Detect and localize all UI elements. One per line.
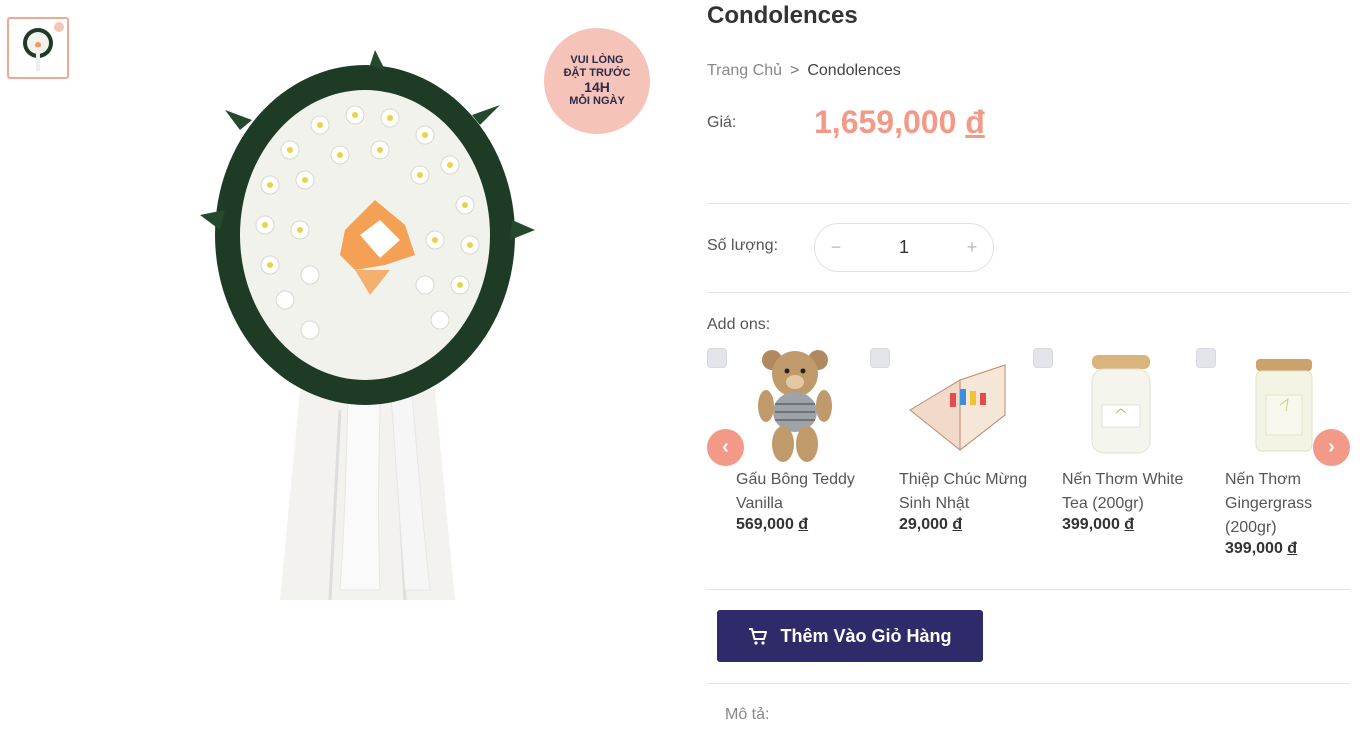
addon-price-value: 399,000 bbox=[1062, 516, 1120, 533]
preorder-badge: VUI LÒNG ĐẶT TRƯỚC 14H MỖI NGÀY bbox=[544, 28, 650, 134]
price-currency: đ bbox=[965, 104, 985, 140]
addon-price: 569,000 đ bbox=[736, 516, 808, 534]
divider bbox=[707, 589, 1350, 590]
badge-line-1: VUI LÒNG bbox=[570, 53, 624, 66]
quantity-label: Số lượng: bbox=[707, 237, 779, 254]
addon-price: 399,000 đ bbox=[1062, 516, 1134, 534]
addon-price-currency: đ bbox=[1124, 516, 1135, 533]
divider bbox=[707, 203, 1350, 204]
addons-prev-button[interactable]: ‹ bbox=[707, 429, 744, 466]
badge-line-3: 14H bbox=[584, 79, 610, 96]
addon-checkbox[interactable] bbox=[707, 348, 727, 368]
addon-price-currency: đ bbox=[1287, 540, 1298, 557]
product-price: 1,659,000 đ bbox=[814, 104, 985, 141]
addon-price-currency: đ bbox=[798, 516, 809, 533]
product-title: Condolences bbox=[707, 2, 858, 29]
addon-checkbox[interactable] bbox=[870, 348, 890, 368]
chevron-left-icon: ‹ bbox=[722, 436, 729, 458]
greeting-card-icon bbox=[900, 346, 1015, 464]
quantity-stepper: − 1 + bbox=[814, 223, 994, 272]
addons-label: Add ons: bbox=[707, 316, 771, 333]
cart-icon bbox=[749, 628, 768, 645]
price-label: Giá: bbox=[707, 114, 737, 131]
addon-price-value: 569,000 bbox=[736, 516, 794, 533]
breadcrumb-separator: > bbox=[790, 62, 800, 79]
quantity-value-input[interactable]: 1 bbox=[857, 237, 951, 258]
divider bbox=[707, 683, 1350, 684]
breadcrumb: Trang Chủ > Condolences bbox=[707, 62, 901, 80]
addon-name[interactable]: Nến Thơm White Tea (200gr) bbox=[1062, 468, 1197, 516]
addon-price-value: 399,000 bbox=[1225, 540, 1283, 557]
price-value: 1,659,000 bbox=[814, 104, 957, 140]
addons-next-button[interactable]: › bbox=[1313, 429, 1350, 466]
addon-name[interactable]: Gấu Bông Teddy Vanilla bbox=[736, 468, 871, 516]
addon-price: 399,000 đ bbox=[1225, 540, 1297, 558]
addon-price-currency: đ bbox=[952, 516, 963, 533]
addon-checkbox[interactable] bbox=[1196, 348, 1216, 368]
wreath-thumbnail-image bbox=[9, 19, 67, 77]
chevron-right-icon: › bbox=[1328, 436, 1335, 458]
teddy-bear-icon bbox=[737, 346, 852, 464]
add-to-cart-button[interactable]: Thêm Vào Giỏ Hàng bbox=[717, 610, 983, 662]
candle-icon bbox=[1063, 346, 1178, 464]
product-thumbnail[interactable] bbox=[7, 17, 69, 79]
addon-name[interactable]: Nến Thơm Gingergrass (200gr) bbox=[1225, 468, 1340, 540]
addon-name[interactable]: Thiệp Chúc Mừng Sinh Nhật bbox=[899, 468, 1034, 516]
divider bbox=[707, 292, 1350, 293]
badge-line-4: MỖI NGÀY bbox=[569, 95, 625, 108]
add-to-cart-label: Thêm Vào Giỏ Hàng bbox=[780, 625, 952, 646]
quantity-increment-button[interactable]: + bbox=[951, 237, 993, 258]
quantity-decrement-button[interactable]: − bbox=[815, 237, 857, 258]
badge-line-2: ĐẶT TRƯỚC bbox=[563, 66, 631, 79]
addon-price: 29,000 đ bbox=[899, 516, 962, 534]
addon-price-value: 29,000 bbox=[899, 516, 948, 533]
addon-checkbox[interactable] bbox=[1033, 348, 1053, 368]
breadcrumb-current: Condolences bbox=[807, 62, 901, 79]
breadcrumb-home-link[interactable]: Trang Chủ bbox=[707, 62, 782, 80]
description-label: Mô tả: bbox=[725, 706, 770, 723]
